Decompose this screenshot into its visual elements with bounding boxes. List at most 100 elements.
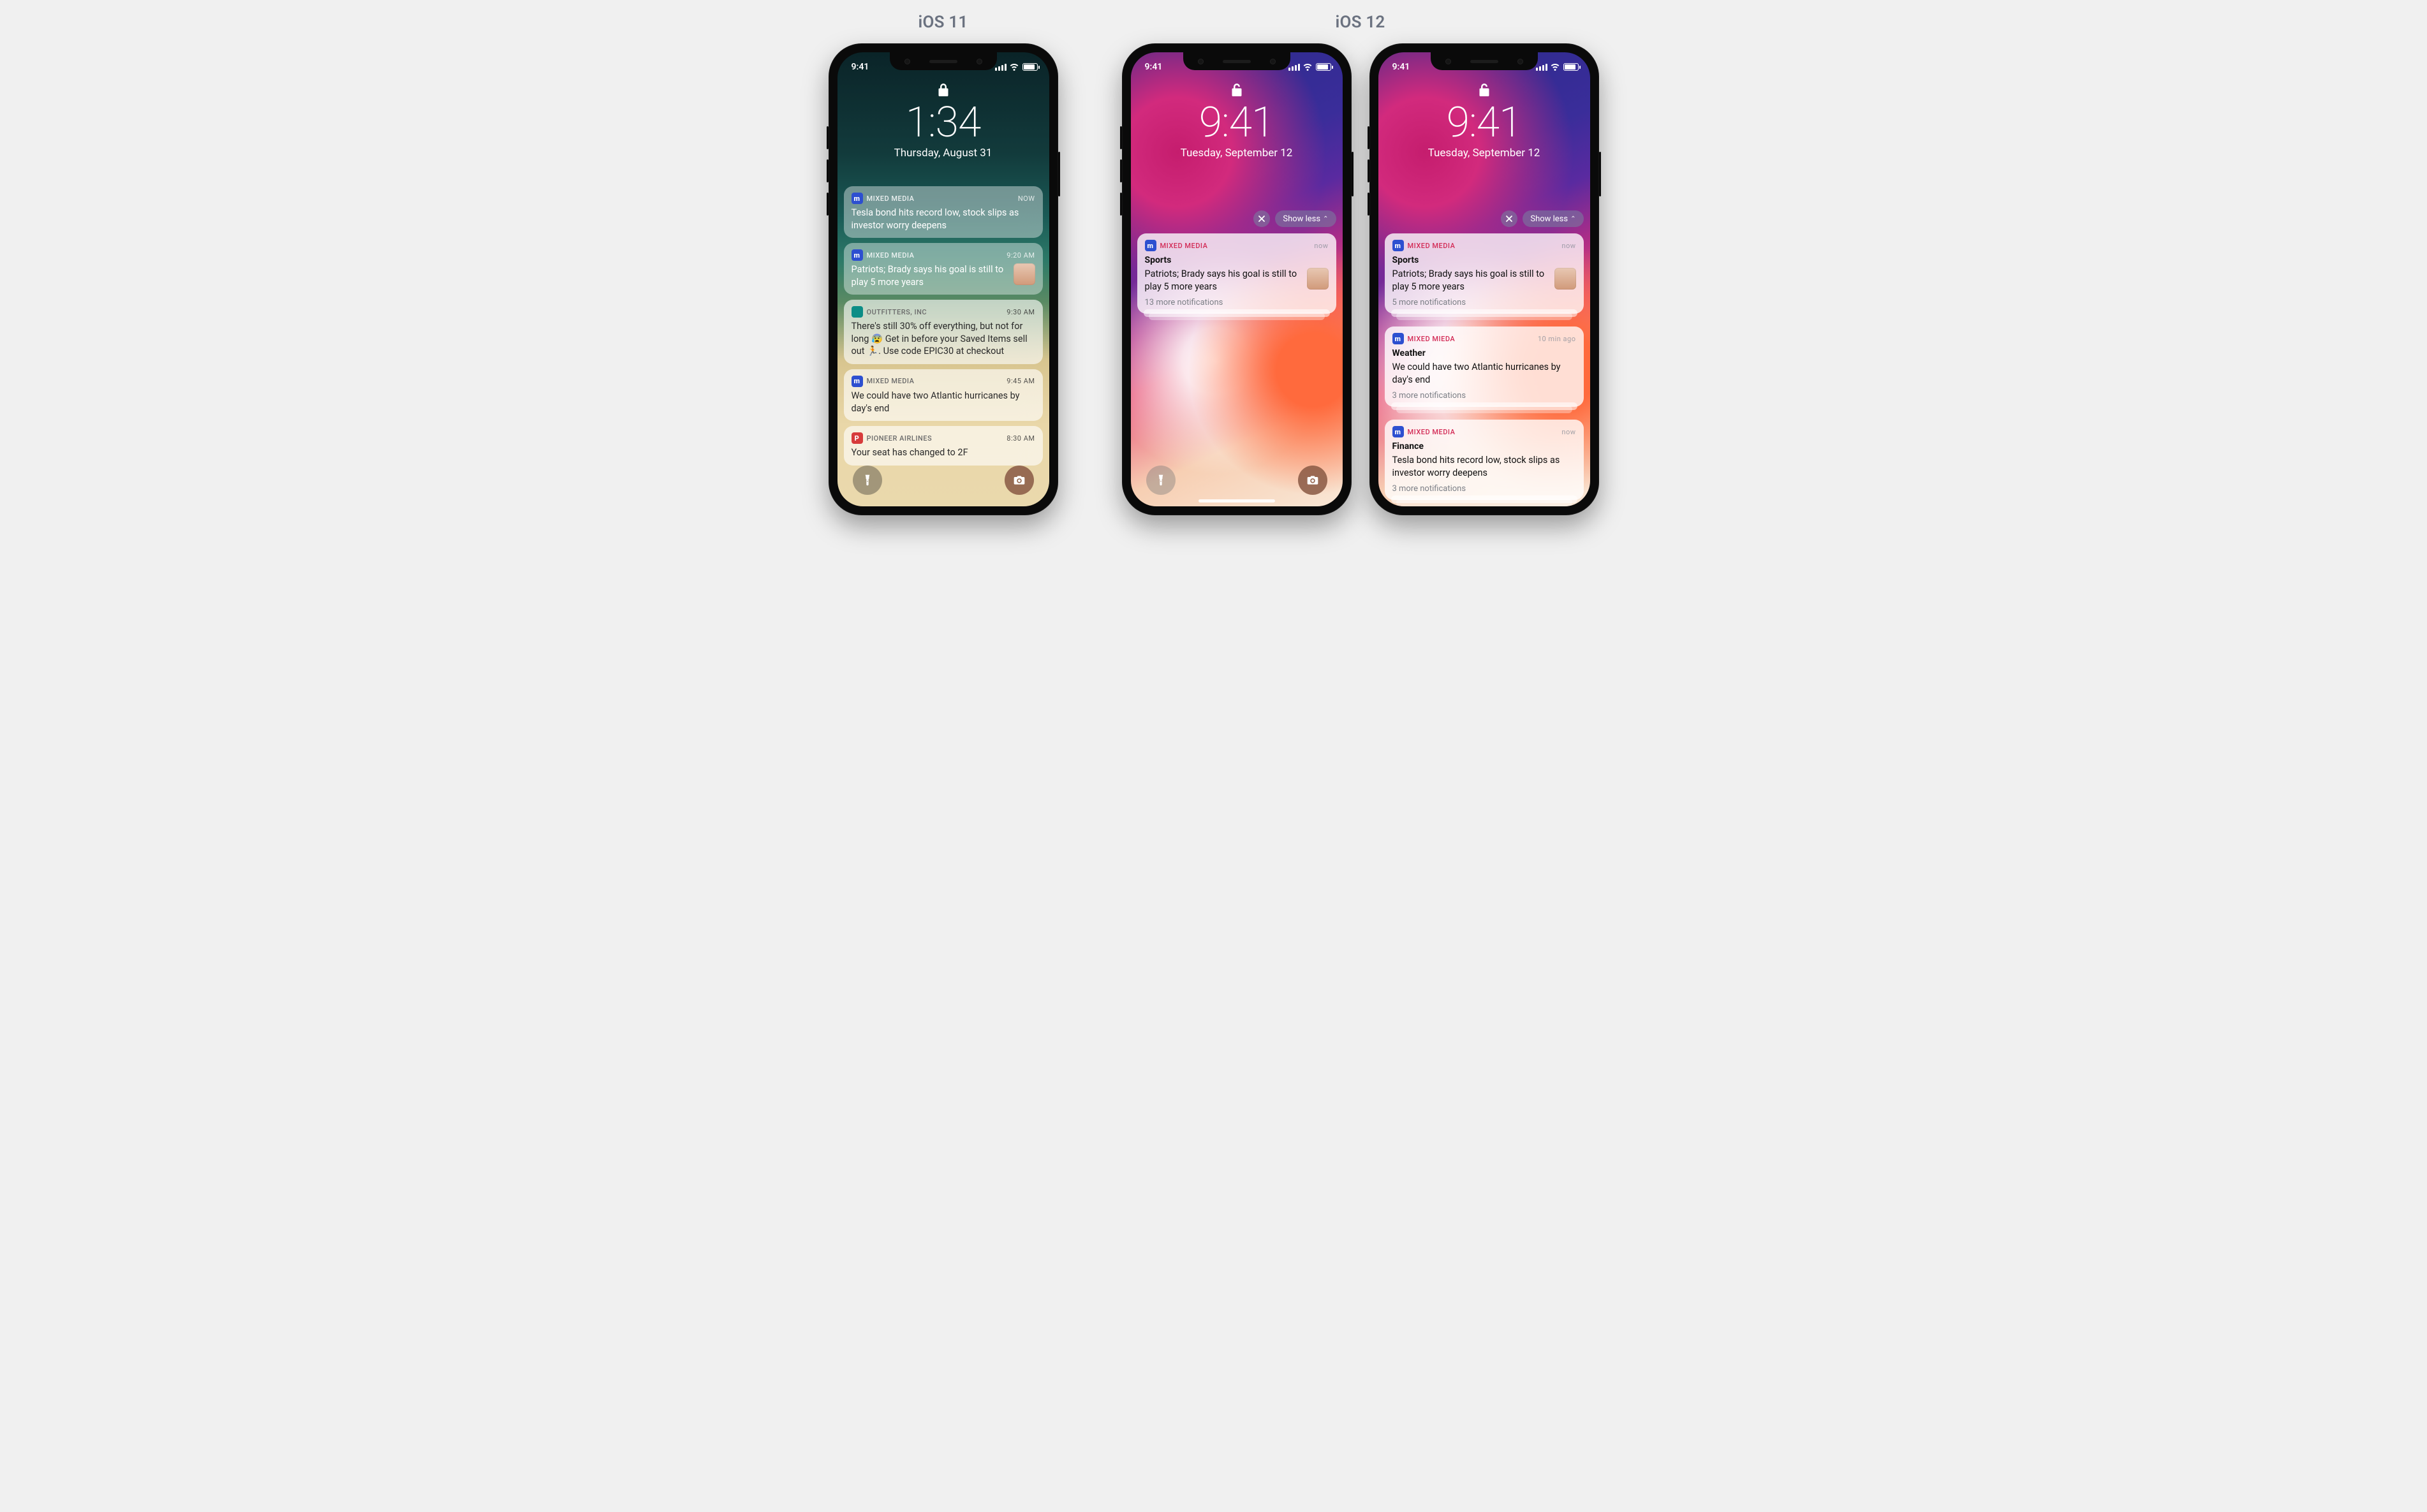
thumbnail-image: [1307, 268, 1329, 290]
notification-header: mMIXED MEDIAnow: [1392, 240, 1576, 251]
app-icon: m: [1145, 240, 1156, 251]
group-controls: Show less ⌃: [1137, 210, 1336, 227]
timestamp: 9:45 AM: [1007, 377, 1035, 385]
app-icon: m: [852, 193, 863, 204]
screen[interactable]: 9:41 9:41 Tuesday, September 12: [1131, 52, 1343, 506]
notification-title: Sports: [1392, 255, 1576, 265]
lock-open-icon: [1478, 82, 1491, 98]
notch: [1183, 52, 1290, 70]
app-icon: [852, 306, 863, 318]
ios12-row: 9:41 9:41 Tuesday, September 12: [1122, 43, 1599, 515]
notification-list[interactable]: mMIXED MEDIANOWTesla bond hits record lo…: [844, 186, 1043, 496]
timestamp: now: [1561, 428, 1575, 436]
notification-card[interactable]: mMIXED MEDIANOW Tesla bond hits record lo…: [844, 186, 1043, 238]
notification-card[interactable]: m MIXED MEDIA 9:45 AM We could have two Atl…: [844, 369, 1043, 421]
notification-group[interactable]: mMIXED MIEDA10 min agoWeatherWe could ha…: [1385, 327, 1584, 407]
notification-group[interactable]: mMIXED MEDIAnow Sports Patriots; Brady say…: [1385, 233, 1584, 314]
app-name: MIXED MEDIA: [1160, 242, 1208, 250]
thumbnail-image: [1014, 263, 1035, 285]
dismiss-group-button[interactable]: [1253, 210, 1270, 227]
notification-header: m MIXED MEDIA now: [1145, 240, 1329, 251]
lock-header: 9:41 Tuesday, September 12: [1378, 79, 1590, 159]
app-icon: m: [852, 249, 863, 261]
home-indicator[interactable]: [1199, 499, 1275, 503]
notification-body: Tesla bond hits record low, stock slips …: [1392, 454, 1576, 479]
notification-card[interactable]: PPIONEER AIRLINES8:30 AMYour seat has ch…: [844, 426, 1043, 466]
notification-body: We could have two Atlantic hurricanes by…: [852, 390, 1035, 415]
notification-body: Patriots; Brady says his goal is still t…: [1392, 268, 1576, 293]
phone-ios12-a: 9:41 9:41 Tuesday, September 12: [1122, 43, 1352, 515]
chevron-up-icon: ⌃: [1570, 216, 1575, 223]
phone-ios12-b: 9:41 9:41 Tuesday, September 12: [1369, 43, 1599, 515]
notification-body: Tesla bond hits record low, stock slips …: [852, 207, 1035, 231]
status-right: [1288, 63, 1331, 71]
app-icon: m: [1392, 333, 1404, 344]
camera-button[interactable]: [1005, 466, 1034, 495]
timestamp: NOW: [1018, 195, 1035, 203]
notch: [1431, 52, 1538, 70]
timestamp: now: [1314, 242, 1328, 250]
chevron-up-icon: ⌃: [1323, 216, 1328, 223]
app-icon: m: [852, 376, 863, 387]
battery-icon: [1022, 63, 1038, 71]
lock-clock: 9:41: [1199, 102, 1274, 144]
lock-date: Thursday, August 31: [894, 147, 992, 159]
show-less-button[interactable]: Show less ⌃: [1275, 210, 1336, 227]
wifi-icon: [1010, 64, 1019, 71]
notification-list[interactable]: Show less ⌃ m MIXED MEDIA now Sports Patriot…: [1137, 210, 1336, 496]
section-ios12: iOS 12 9:41: [1122, 13, 1599, 515]
lock-clock: 9:41: [1447, 102, 1522, 144]
quick-actions: [1146, 466, 1327, 495]
wifi-icon: [1303, 64, 1313, 71]
flashlight-button[interactable]: [853, 466, 882, 495]
comparison-stage: iOS 11 9:41 1:34: [829, 13, 1599, 515]
more-count: 13 more notifications: [1145, 298, 1329, 307]
status-time: 9:41: [1392, 62, 1410, 72]
thumbnail-image: [1554, 268, 1576, 290]
show-less-label: Show less: [1530, 214, 1568, 224]
notification-header: OUTFITTERS, INC 9:30 AM: [852, 306, 1035, 318]
notification-card[interactable]: mMIXED MEDIA9:20 AMPatriots; Brady says …: [844, 243, 1043, 295]
dismiss-group-button[interactable]: [1501, 210, 1517, 227]
camera-button[interactable]: [1298, 466, 1327, 495]
section-ios11: iOS 11 9:41 1:34: [829, 13, 1058, 515]
phone-ios11: 9:41 1:34 Thursday, August 31 mMIXED MED…: [829, 43, 1058, 515]
notification-header: mMIXED MEDIAnow: [1392, 426, 1576, 437]
notification-group[interactable]: mMIXED MEDIAnowFinanceTesla bond hits re…: [1385, 420, 1584, 500]
flashlight-button[interactable]: [1146, 466, 1176, 495]
battery-icon: [1316, 63, 1331, 71]
app-name: OUTFITTERS, INC: [867, 308, 927, 316]
show-less-label: Show less: [1283, 214, 1320, 224]
notification-group[interactable]: m MIXED MEDIA now Sports Patriots; Brady say…: [1137, 233, 1336, 314]
screen[interactable]: 9:41 1:34 Thursday, August 31 mMIXED MED…: [837, 52, 1049, 506]
lock-closed-icon: [937, 82, 950, 98]
app-name: MIXED MEDIA: [867, 251, 915, 260]
cellular-bars-icon: [1536, 64, 1547, 71]
app-name: MIXED MIEDA: [1408, 335, 1456, 343]
notification-header: mMIXED MEDIANOW: [852, 193, 1035, 204]
status-time: 9:41: [852, 62, 869, 72]
notification-body: Patriots; Brady says his goal is still t…: [852, 263, 1035, 288]
quick-actions: [853, 466, 1034, 495]
lock-header: 1:34 Thursday, August 31: [837, 79, 1049, 159]
app-name: MIXED MEDIA: [1408, 428, 1456, 436]
screen[interactable]: 9:41 9:41 Tuesday, September 12: [1378, 52, 1590, 506]
lock-date: Tuesday, September 12: [1181, 147, 1293, 159]
timestamp: now: [1561, 242, 1575, 250]
notification-title: Sports: [1145, 255, 1329, 265]
show-less-button[interactable]: Show less ⌃: [1523, 210, 1583, 227]
notification-title: Weather: [1392, 348, 1576, 358]
notification-body: There's still 30% off everything, but no…: [852, 320, 1035, 358]
section-title-ios11: iOS 11: [918, 13, 968, 32]
notification-card[interactable]: OUTFITTERS, INC 9:30 AM There's still 30% …: [844, 300, 1043, 364]
notification-list[interactable]: Show less ⌃ mMIXED MEDIAnowSportsPatriot…: [1385, 210, 1584, 496]
timestamp: 8:30 AM: [1007, 434, 1035, 443]
app-icon: P: [852, 432, 863, 444]
cellular-bars-icon: [995, 64, 1007, 71]
app-name: MIXED MEDIA: [867, 377, 915, 385]
battery-icon: [1563, 63, 1579, 71]
notification-body: Patriots; Brady says his goal is still t…: [1145, 268, 1329, 293]
app-icon: m: [1392, 240, 1404, 251]
notification-header: mMIXED MIEDA10 min ago: [1392, 333, 1576, 344]
timestamp: 9:30 AM: [1007, 308, 1035, 316]
